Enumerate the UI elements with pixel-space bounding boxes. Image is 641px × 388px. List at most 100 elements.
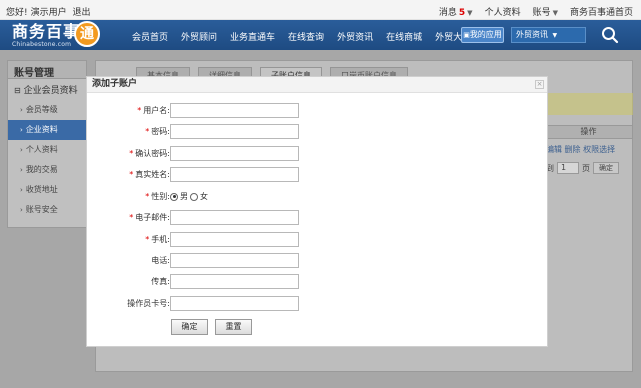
real-name-field[interactable]: [170, 167, 299, 182]
row-action-links[interactable]: 编辑 删除 权限选择: [546, 144, 615, 155]
account-menu[interactable]: 账号 ▼: [533, 5, 558, 18]
gender-option-male: 男: [180, 192, 188, 201]
table-header-actions: 操作: [544, 125, 633, 139]
nav-item-trade-advisor[interactable]: 外贸顾问: [181, 30, 217, 43]
chevron-down-icon: ▼: [467, 9, 473, 17]
gender-radio-male[interactable]: [170, 192, 178, 201]
mobile-field[interactable]: [170, 232, 299, 247]
site-home-link[interactable]: 商务百事通首页: [570, 5, 633, 18]
phone-field[interactable]: [170, 253, 299, 268]
collapse-icon: ⊟: [14, 86, 21, 95]
fax-label: 传真:: [151, 277, 170, 286]
my-app-button[interactable]: ▣我的应用: [461, 27, 504, 43]
required-marker: *: [145, 127, 150, 136]
operator-card-label: 操作员卡号:: [127, 299, 170, 308]
username-label: * 用户名:: [137, 106, 170, 115]
nav-item-online-mall[interactable]: 在线商城: [386, 30, 422, 43]
operator-card-field[interactable]: [170, 296, 299, 311]
reset-button[interactable]: 重置: [215, 319, 252, 335]
account-label: 账号: [532, 8, 551, 18]
form-row-real-name: * 真实姓名:: [87, 167, 549, 183]
sidebar: 账号管理 ⊟ 企业会员资料 › 会员等级 › 企业资料 › 个人资料 › 我的交易 › 收…: [7, 60, 87, 228]
logo-text-en: Chinabestone.com: [12, 41, 72, 48]
sidebar-item-label: 收货地址: [25, 185, 58, 194]
sidebar-item-label: 账号安全: [25, 205, 58, 214]
gender-label: * 性别:: [145, 192, 170, 201]
fax-field[interactable]: [170, 274, 299, 289]
messages-count-badge: 5: [458, 8, 466, 18]
chevron-right-icon: ›: [20, 126, 23, 134]
gender-radio-group: 男 女: [170, 191, 208, 202]
confirm-password-label: * 确认密码:: [129, 149, 170, 158]
dialog-title: 添加子账户: [87, 77, 547, 93]
search-icon[interactable]: [600, 25, 620, 45]
sidebar-group-label: 企业会员资料: [23, 86, 78, 96]
password-field[interactable]: [170, 124, 299, 139]
sidebar-item-label: 个人资料: [25, 145, 58, 154]
logo-text-cn: 商务百事: [12, 22, 81, 41]
sidebar-item-personal-info[interactable]: › 个人资料: [8, 140, 86, 160]
gender-radio-female[interactable]: [190, 192, 198, 201]
username-field[interactable]: [170, 103, 299, 118]
nav-item-business-express[interactable]: 业务直通车: [230, 30, 275, 43]
sidebar-item-account-security[interactable]: › 账号安全: [8, 200, 86, 220]
form-row-operator-card: 操作员卡号:: [87, 296, 549, 312]
main-nav: 会员首页 外贸顾问 业务直通车 在线查询 外贸资讯 在线商城 外贸大讲堂: [132, 30, 493, 43]
form-row-email: * 电子邮件:: [87, 210, 549, 226]
phone-label: 电话:: [151, 256, 170, 265]
add-sub-account-dialog: 添加子账户 × * 用户名: * 密码: * 确认密码: * 真实姓名: * 性别: 男 …: [86, 76, 548, 347]
chevron-right-icon: ›: [20, 146, 23, 154]
mobile-label: * 手机:: [145, 235, 170, 244]
real-name-label: * 真实姓名:: [129, 170, 170, 179]
sidebar-item-shipping-address[interactable]: › 收货地址: [8, 180, 86, 200]
nav-item-online-query[interactable]: 在线查询: [288, 30, 324, 43]
chevron-down-icon: ▼: [552, 9, 558, 17]
email-field[interactable]: [170, 210, 299, 225]
close-icon[interactable]: ×: [535, 80, 544, 89]
pager-suffix: 页: [582, 163, 590, 173]
required-marker: *: [145, 192, 150, 201]
required-marker: *: [137, 106, 142, 115]
sidebar-group-enterprise[interactable]: ⊟ 企业会员资料: [8, 79, 86, 96]
nav-item-trade-news[interactable]: 外贸资讯: [337, 30, 373, 43]
sidebar-item-my-trades[interactable]: › 我的交易: [8, 160, 86, 180]
greeting-area: 您好! 演示用户 退出: [6, 5, 94, 18]
nav-item-member-home[interactable]: 会员首页: [132, 30, 168, 43]
main-header: 商务百事 Chinabestone.com 通 会员首页 外贸顾问 业务直通车 …: [0, 20, 641, 50]
required-marker: *: [129, 170, 134, 179]
required-marker: *: [129, 213, 134, 222]
chevron-right-icon: ›: [20, 186, 23, 194]
sidebar-item-label: 我的交易: [25, 165, 58, 174]
form-row-password: * 密码:: [87, 124, 549, 140]
pager-go-button[interactable]: 确定: [593, 162, 619, 174]
chevron-right-icon: ›: [20, 106, 23, 114]
form-row-phone: 电话:: [87, 253, 549, 269]
sidebar-item-label: 会员等级: [25, 105, 58, 114]
confirm-password-field[interactable]: [170, 146, 299, 161]
chevron-right-icon: ›: [20, 166, 23, 174]
search-category-select[interactable]: 外贸资讯 ▼: [511, 27, 586, 43]
page-number-input[interactable]: 1: [557, 162, 579, 174]
form-row-gender: * 性别: 男 女: [87, 189, 549, 205]
sidebar-item-company-info[interactable]: › 企业资料: [8, 120, 86, 140]
profile-link[interactable]: 个人资料: [485, 5, 521, 18]
site-logo[interactable]: 商务百事 Chinabestone.com: [12, 22, 81, 49]
sidebar-item-member-level[interactable]: › 会员等级: [8, 100, 86, 120]
greeting-text: 您好!: [6, 8, 28, 18]
search-category-value: 外贸资讯: [516, 30, 548, 39]
user-name-link[interactable]: 演示用户: [31, 8, 67, 18]
top-links: 消息 5 ▼ 个人资料 账号 ▼ 商务百事通首页: [439, 5, 633, 18]
logo-badge-icon: 通: [74, 21, 100, 47]
sidebar-title: 账号管理: [8, 61, 86, 79]
my-app-label: 我的应用: [469, 30, 502, 39]
chevron-down-icon: ▼: [552, 32, 558, 39]
password-label: * 密码:: [145, 127, 170, 136]
form-row-mobile: * 手机:: [87, 232, 549, 248]
confirm-button[interactable]: 确定: [171, 319, 208, 335]
sidebar-item-label: 企业资料: [25, 125, 58, 134]
app-icon: ▣: [463, 31, 470, 39]
messages-link[interactable]: 消息 5 ▼: [439, 5, 473, 18]
required-marker: *: [145, 235, 150, 244]
form-row-username: * 用户名:: [87, 103, 549, 119]
logout-link[interactable]: 退出: [73, 8, 91, 18]
